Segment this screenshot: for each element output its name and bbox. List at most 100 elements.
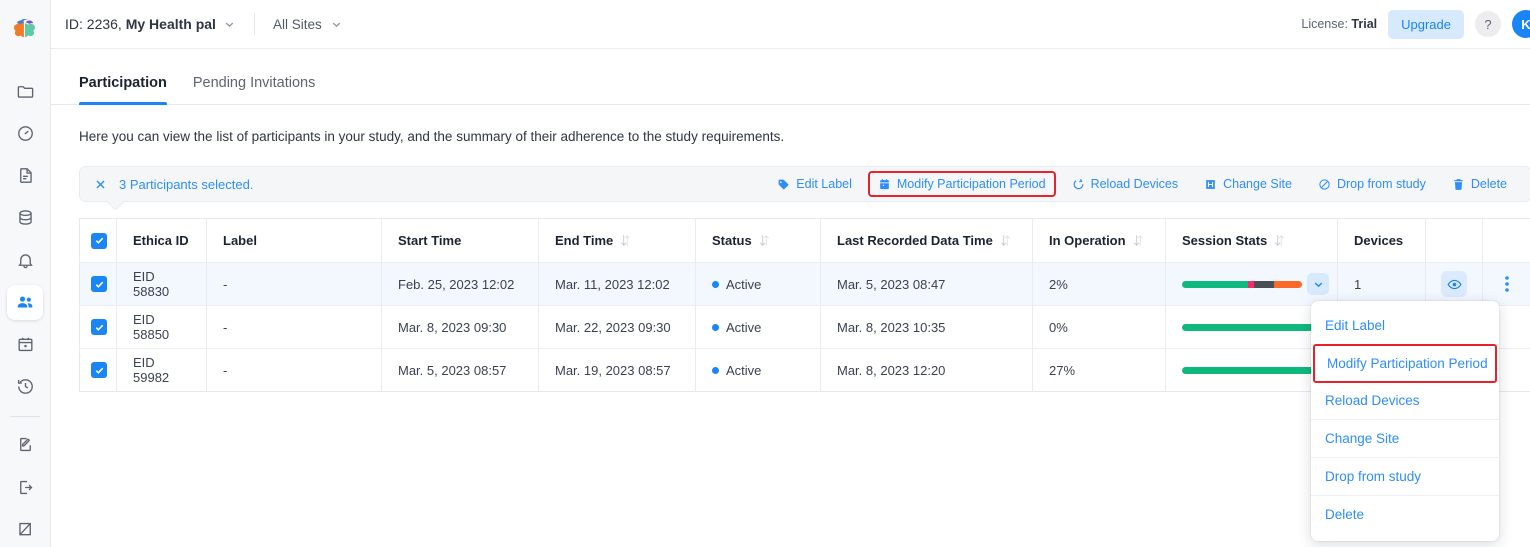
session-stats-expand-chevron-down-icon[interactable] — [1307, 273, 1329, 295]
sidebar-item-folder[interactable] — [7, 73, 43, 108]
change-site-button-text: Change Site — [1223, 177, 1292, 191]
eye-icon[interactable] — [1441, 271, 1467, 297]
drop-from-study-button-text: Drop from study — [1337, 177, 1426, 191]
cell-ethica-id: EID 58830 — [117, 263, 207, 306]
col-header-actions — [1483, 219, 1530, 263]
sort-icon[interactable] — [1274, 234, 1285, 247]
cell-end-time: Mar. 22, 2023 09:30 — [539, 306, 696, 349]
status-badge: Active — [726, 363, 761, 378]
drop-from-study-button[interactable]: Drop from study — [1308, 171, 1436, 197]
selection-count-label: 3 Participants selected. — [119, 177, 253, 192]
sidebar-item-participants[interactable] — [7, 285, 43, 320]
col-header-end-time-label: End Time — [555, 233, 613, 248]
tab-pending-invitations[interactable]: Pending Invitations — [193, 75, 316, 104]
select-all-checkbox[interactable] — [91, 233, 107, 249]
table-row[interactable]: EID 58830 - Feb. 25, 2023 12:02 Mar. 11,… — [80, 263, 1530, 306]
sidebar-item-history[interactable] — [7, 369, 43, 404]
help-button[interactable]: ? — [1475, 11, 1501, 37]
top-bar: ID: 2236, My Health pal All Sites Licens… — [51, 0, 1530, 49]
license-status: License: Trial — [1301, 17, 1377, 31]
session-segment — [1254, 281, 1274, 288]
upgrade-button[interactable]: Upgrade — [1388, 10, 1464, 39]
col-header-session-stats[interactable]: Session Stats — [1166, 219, 1338, 263]
cell-end-time: Mar. 19, 2023 08:57 — [539, 349, 696, 392]
selection-toolbar: 3 Participants selected. Edit Label Modi… — [79, 166, 1530, 202]
tab-bar: Participation Pending Invitations — [51, 49, 1530, 105]
delete-button[interactable]: Delete — [1442, 171, 1517, 197]
menu-item-change-site[interactable]: Change Site — [1311, 420, 1499, 458]
cell-ethica-id: EID 58850 — [117, 306, 207, 349]
sort-icon[interactable] — [1133, 234, 1144, 247]
sort-icon[interactable] — [620, 234, 631, 247]
sidebar-item-bell[interactable] — [7, 242, 43, 277]
study-name: My Health pal — [126, 16, 216, 32]
col-header-session-stats-label: Session Stats — [1182, 233, 1267, 248]
menu-item-modify-participation-period[interactable]: Modify Participation Period — [1313, 344, 1497, 383]
kebab-menu-icon[interactable] — [1495, 271, 1519, 297]
row-checkbox[interactable] — [91, 362, 107, 378]
menu-item-reload-devices[interactable]: Reload Devices — [1311, 382, 1499, 420]
menu-item-edit-label[interactable]: Edit Label — [1311, 307, 1499, 345]
brain-logo[interactable] — [9, 12, 41, 44]
reload-devices-button[interactable]: Reload Devices — [1062, 171, 1189, 197]
col-header-devices[interactable]: Devices — [1338, 219, 1426, 263]
cell-label: - — [207, 263, 382, 306]
sidebar-item-database[interactable] — [7, 200, 43, 235]
row-checkbox[interactable] — [91, 319, 107, 335]
cell-view — [1426, 263, 1483, 306]
status-dot-icon — [712, 281, 719, 288]
sort-icon[interactable] — [759, 234, 770, 247]
row-select-cell — [80, 349, 117, 392]
col-header-in-operation[interactable]: In Operation — [1033, 219, 1166, 263]
site-selector[interactable]: All Sites — [273, 17, 343, 32]
col-header-ethica-id[interactable]: Ethica ID — [117, 219, 207, 263]
calendar-edit-icon — [878, 178, 891, 191]
chevron-down-icon — [223, 18, 236, 31]
cell-session-stats — [1166, 263, 1338, 306]
menu-item-drop-from-study[interactable]: Drop from study — [1311, 458, 1499, 496]
tab-participation[interactable]: Participation — [79, 75, 167, 104]
col-header-label[interactable]: Label — [207, 219, 382, 263]
modify-participation-period-button[interactable]: Modify Participation Period — [868, 171, 1056, 197]
cell-last-recorded: Mar. 5, 2023 08:47 — [821, 263, 1033, 306]
sidebar-item-document[interactable] — [7, 158, 43, 193]
sidebar-item-gauge[interactable] — [7, 116, 43, 151]
avatar[interactable]: K — [1512, 10, 1530, 38]
session-stats-bar — [1182, 281, 1302, 288]
topbar-divider — [254, 13, 255, 35]
sort-icon[interactable] — [1000, 234, 1011, 247]
study-selector[interactable]: ID: 2236, My Health pal — [65, 16, 236, 32]
row-select-cell — [80, 306, 117, 349]
delete-button-text: Delete — [1471, 177, 1507, 191]
col-header-status[interactable]: Status — [696, 219, 821, 263]
table-section: 3 Participants selected. Edit Label Modi… — [51, 144, 1530, 392]
edit-label-button[interactable]: Edit Label — [767, 171, 862, 197]
sidebar-item-chart[interactable] — [7, 512, 43, 547]
menu-item-delete[interactable]: Delete — [1311, 496, 1499, 533]
topbar-right-group: License: Trial Upgrade ? K — [1301, 10, 1530, 39]
status-dot-icon — [712, 324, 719, 331]
cell-in-operation: 0% — [1033, 306, 1166, 349]
row-checkbox[interactable] — [91, 276, 107, 292]
close-icon[interactable] — [94, 178, 107, 191]
status-badge: Active — [726, 320, 761, 335]
trash-icon — [1452, 178, 1465, 191]
cell-in-operation: 27% — [1033, 349, 1166, 392]
sidebar-item-edit-document[interactable] — [7, 427, 43, 462]
sidebar-item-export-document[interactable] — [7, 470, 43, 505]
toolbar-actions: Edit Label Modify Participation Period R… — [767, 171, 1517, 197]
col-header-end-time[interactable]: End Time — [539, 219, 696, 263]
change-site-button[interactable]: Change Site — [1194, 171, 1302, 197]
ban-icon — [1318, 178, 1331, 191]
status-badge: Active — [726, 277, 761, 292]
col-header-start-time[interactable]: Start Time — [382, 219, 539, 263]
cell-in-operation: 2% — [1033, 263, 1166, 306]
table-header-row: Ethica ID Label Start Time End Time Stat… — [80, 219, 1530, 263]
site-selector-label: All Sites — [273, 17, 322, 32]
select-all-cell — [80, 219, 117, 263]
sidebar-item-calendar[interactable] — [7, 327, 43, 362]
license-prefix: License: — [1301, 17, 1351, 31]
col-header-ethica-id-label: Ethica ID — [133, 233, 189, 248]
col-header-last-recorded-data-time[interactable]: Last Recorded Data Time — [821, 219, 1033, 263]
cell-status: Active — [696, 306, 821, 349]
